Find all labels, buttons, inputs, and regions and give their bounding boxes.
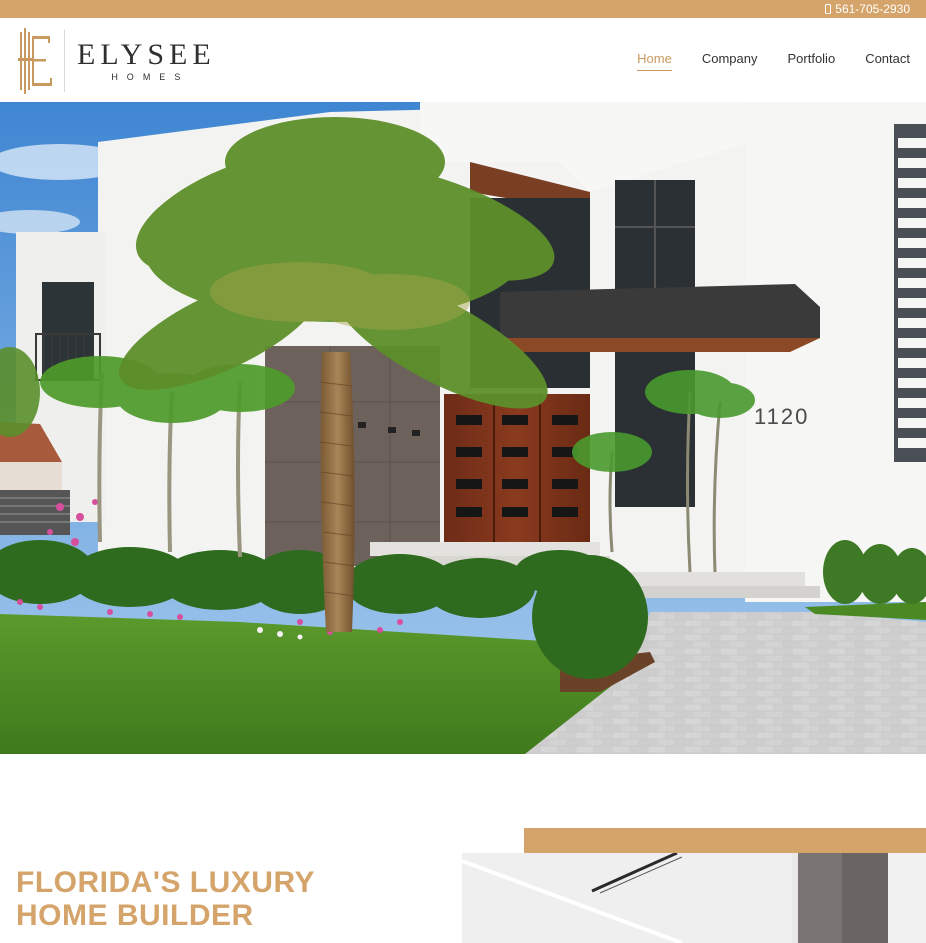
site-header: ELYSEE HOMES Home Company Portfolio Cont… (0, 18, 926, 102)
logo-text: ELYSEE HOMES (77, 38, 216, 83)
top-bar: 561-705-2930 (0, 0, 926, 18)
brand-name: ELYSEE (77, 38, 216, 71)
headline-line-2: HOME BUILDER (16, 899, 254, 932)
logo[interactable]: ELYSEE HOMES (16, 26, 216, 96)
phone-number[interactable]: 561-705-2930 (835, 1, 910, 17)
headline-line-1: FLORIDA'S LUXURY (16, 866, 316, 899)
interior-photo (462, 853, 926, 943)
hero-image: 1120 (0, 102, 926, 754)
main-nav: Home Company Portfolio Contact (637, 51, 910, 71)
accent-bar (524, 828, 926, 853)
nav-home[interactable]: Home (637, 51, 672, 71)
nav-company[interactable]: Company (702, 51, 758, 71)
phone-icon (825, 4, 832, 14)
brand-subtitle: HOMES (111, 72, 190, 82)
nav-contact[interactable]: Contact (865, 51, 910, 71)
phone-link[interactable]: 561-705-2930 (825, 1, 910, 17)
nav-portfolio[interactable]: Portfolio (787, 51, 835, 71)
page-headline: FLORIDA'S LUXURY HOME BUILDER (16, 866, 315, 932)
logo-mark-icon (18, 28, 52, 94)
address-number: 1120 (754, 404, 809, 429)
hero-house-photo: 1120 (0, 102, 926, 754)
logo-divider (64, 30, 65, 92)
interior-image (462, 853, 926, 943)
intro-section: FLORIDA'S LUXURY HOME BUILDER (0, 754, 926, 943)
